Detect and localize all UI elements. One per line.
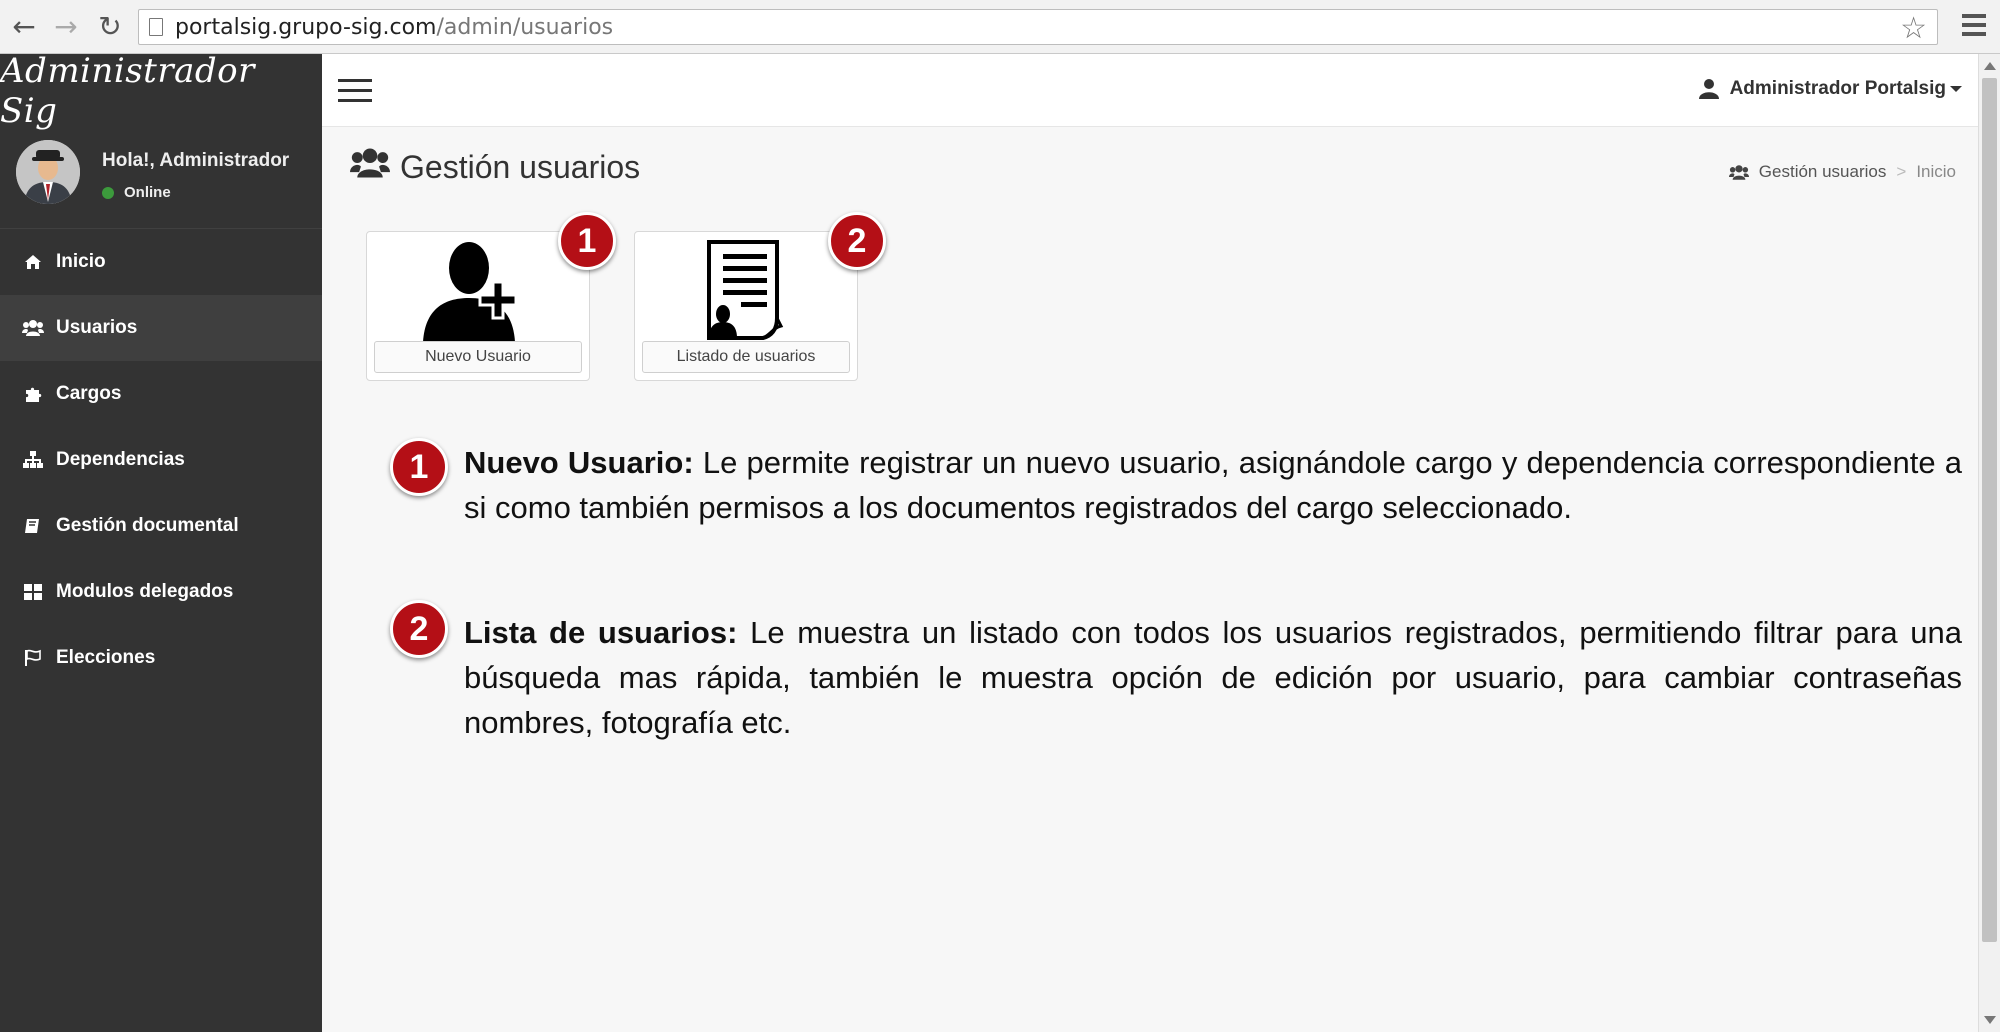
- users-icon: [350, 146, 390, 188]
- description-user-list: Lista de usuarios: Le muestra un listado…: [464, 610, 1962, 745]
- description-new-user: Nuevo Usuario: Le permite registrar un n…: [464, 440, 1962, 530]
- users-icon: [1728, 164, 1749, 180]
- puzzle-icon: [22, 385, 44, 403]
- user-icon: [1698, 79, 1719, 99]
- sidebar-item-label: Modulos delegados: [56, 581, 234, 602]
- breadcrumb-separator: >: [1896, 162, 1907, 181]
- forward-arrow-icon[interactable]: →: [50, 10, 82, 43]
- user-list-icon: [635, 238, 857, 342]
- sidebar-item-label: Gestión documental: [56, 515, 239, 536]
- description-title: Nuevo Usuario:: [464, 445, 694, 480]
- account-menu[interactable]: Administrador Portalsig: [1698, 78, 1962, 100]
- bookmark-star-icon[interactable]: ☆: [1900, 11, 1927, 46]
- sidebar-item-cargos[interactable]: Cargos: [0, 361, 322, 427]
- new-user-tile[interactable]: Nuevo Usuario: [366, 231, 590, 381]
- book-icon: [22, 517, 44, 535]
- breadcrumb: Gestión usuarios > Inicio: [1728, 162, 1956, 182]
- scroll-down-arrow-icon[interactable]: [1984, 1016, 1996, 1024]
- user-panel: Hola!, Administrador Online: [0, 128, 322, 229]
- callout-badge-2: 2: [390, 600, 448, 658]
- description-title: Lista de usuarios:: [464, 615, 738, 650]
- breadcrumb-item[interactable]: Inicio: [1916, 162, 1956, 182]
- sidebar-item-label: Dependencias: [56, 449, 185, 470]
- sitemap-icon: [22, 451, 44, 469]
- home-icon: [22, 254, 44, 270]
- sidebar: Administrador Sig Hola!, Administrador O…: [0, 51, 322, 1032]
- sidebar-item-label: Inicio: [56, 251, 106, 272]
- page-scrollbar[interactable]: [1978, 54, 2000, 1032]
- users-icon: [22, 319, 44, 337]
- browser-toolbar: ← → ↻ portalsig.grupo-sig.com/admin/usua…: [0, 0, 2000, 54]
- callout-badge-1: 1: [558, 212, 616, 270]
- page-title-text: Gestión usuarios: [400, 148, 641, 185]
- user-list-label[interactable]: Listado de usuarios: [642, 341, 850, 373]
- address-bar[interactable]: portalsig.grupo-sig.com/admin/usuarios ☆: [138, 9, 1938, 46]
- add-user-icon: [367, 238, 589, 342]
- back-arrow-icon[interactable]: ←: [8, 10, 40, 43]
- sidebar-item-label: Usuarios: [56, 317, 138, 338]
- online-dot-icon: [102, 186, 114, 199]
- sidebar-item-modulos-delegados[interactable]: Modulos delegados: [0, 559, 322, 625]
- sidebar-item-usuarios[interactable]: Usuarios: [0, 295, 322, 361]
- scroll-up-arrow-icon[interactable]: [1984, 62, 1996, 70]
- sidebar-item-elecciones[interactable]: Elecciones: [0, 625, 322, 691]
- top-navbar: Administrador Portalsig: [322, 54, 1978, 127]
- sidebar-item-label: Cargos: [56, 383, 122, 404]
- sidebar-item-inicio[interactable]: Inicio: [0, 229, 322, 295]
- sidebar-item-label: Elecciones: [56, 647, 156, 668]
- callout-badge-1: 1: [390, 438, 448, 496]
- status-badge: Online: [102, 184, 171, 201]
- sidebar-item-gestion-documental[interactable]: Gestión documental: [0, 493, 322, 559]
- grid-icon: [22, 584, 44, 600]
- sidebar-toggle-icon[interactable]: [338, 79, 372, 109]
- new-user-label[interactable]: Nuevo Usuario: [374, 341, 582, 373]
- avatar: [16, 140, 80, 204]
- breadcrumb-item[interactable]: Gestión usuarios: [1759, 162, 1887, 182]
- brand-logo[interactable]: Administrador Sig: [0, 51, 322, 131]
- reload-icon[interactable]: ↻: [94, 10, 126, 43]
- greeting-text: Hola!, Administrador: [102, 150, 290, 171]
- caret-down-icon: [1950, 86, 1962, 92]
- flag-icon: [22, 649, 44, 667]
- page-icon: [149, 18, 163, 36]
- user-list-tile[interactable]: Listado de usuarios: [634, 231, 858, 381]
- browser-menu-icon[interactable]: [1962, 14, 1986, 38]
- callout-badge-2: 2: [828, 212, 886, 270]
- sidebar-item-dependencias[interactable]: Dependencias: [0, 427, 322, 493]
- scroll-thumb[interactable]: [1982, 78, 1997, 942]
- account-name: Administrador Portalsig: [1729, 78, 1946, 99]
- page-title: Gestión usuarios: [350, 146, 640, 188]
- status-label: Online: [124, 184, 171, 201]
- url-text: portalsig.grupo-sig.com/admin/usuarios: [175, 14, 614, 40]
